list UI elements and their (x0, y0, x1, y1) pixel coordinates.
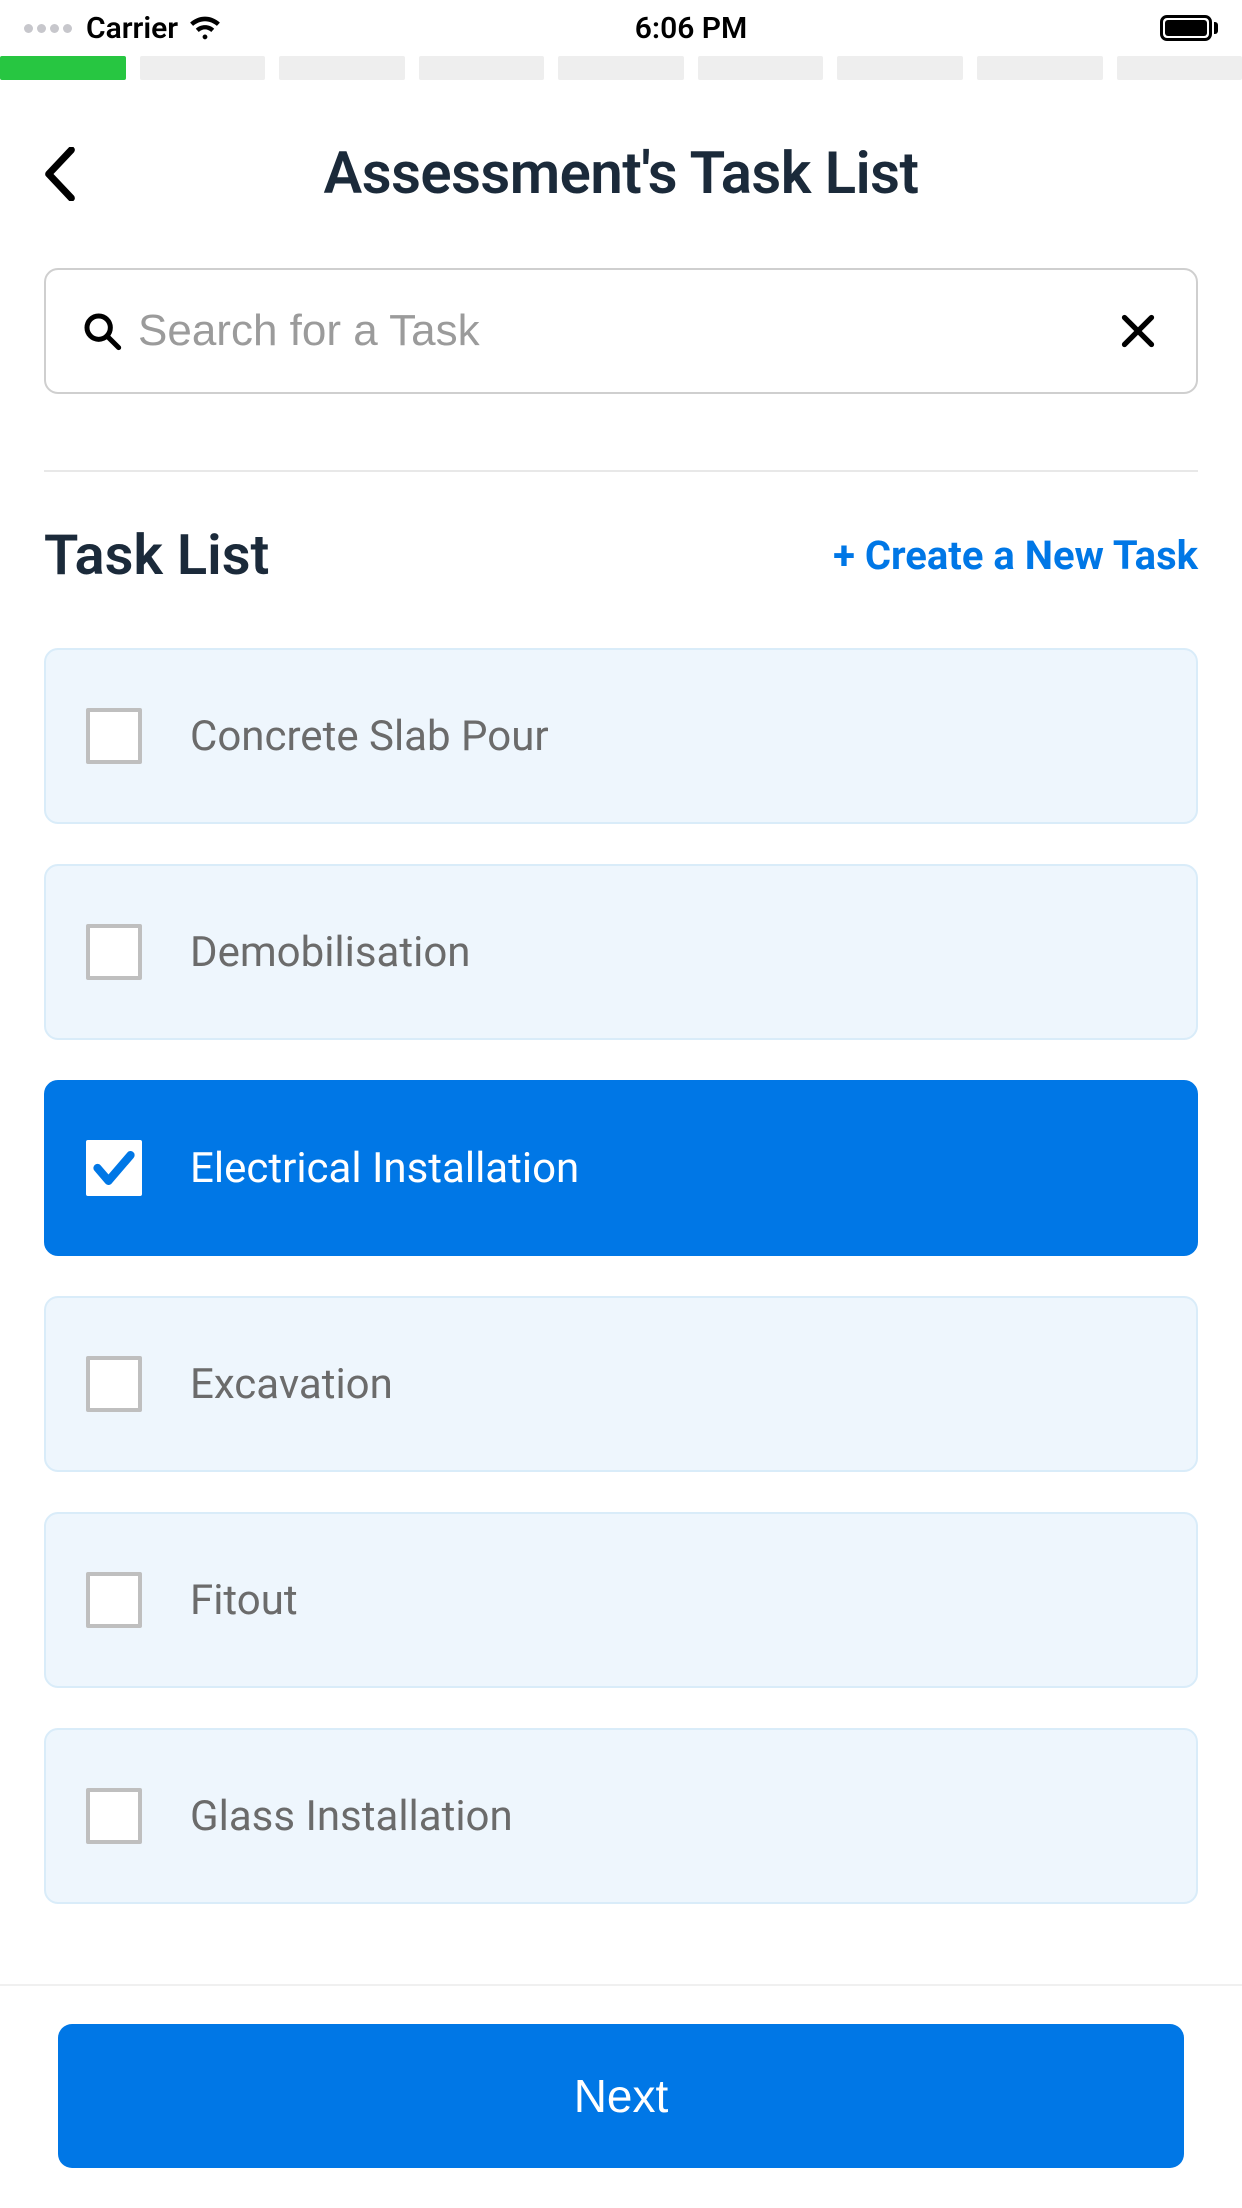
task-item[interactable]: Concrete Slab Pour (44, 648, 1198, 824)
task-item[interactable]: Demobilisation (44, 864, 1198, 1040)
search-input[interactable] (138, 306, 1100, 356)
search-wrap (0, 268, 1242, 394)
task-label: Fitout (190, 1576, 298, 1625)
battery-icon (1160, 15, 1218, 41)
next-button[interactable]: Next (58, 2024, 1184, 2168)
task-checkbox[interactable] (86, 708, 142, 764)
progress-segment (558, 56, 684, 80)
page-title: Assessment's Task List (90, 140, 1212, 208)
progress-segment (977, 56, 1103, 80)
chevron-left-icon (43, 147, 77, 201)
progress-segment (140, 56, 266, 80)
carrier-label: Carrier (86, 11, 178, 46)
status-bar: Carrier 6:06 PM (0, 0, 1242, 56)
signal-dots-icon (24, 24, 72, 33)
status-time: 6:06 PM (635, 11, 748, 46)
progress-segment (1117, 56, 1242, 80)
task-item[interactable]: Fitout (44, 1512, 1198, 1688)
create-task-button[interactable]: + Create a New Task (833, 532, 1198, 579)
footer: Next (0, 1984, 1242, 2208)
task-checkbox[interactable] (86, 1140, 142, 1196)
task-label: Electrical Installation (190, 1144, 579, 1193)
task-item[interactable]: Excavation (44, 1296, 1198, 1472)
progress-segment (279, 56, 405, 80)
task-checkbox[interactable] (86, 1788, 142, 1844)
task-list: Concrete Slab Pour Demobilisation Electric… (0, 648, 1242, 1908)
task-label: Concrete Slab Pour (190, 712, 549, 761)
task-checkbox[interactable] (86, 924, 142, 980)
search-icon (82, 311, 122, 351)
task-item[interactable]: Glass Installation (44, 1728, 1198, 1904)
wifi-icon (188, 11, 222, 45)
page-header: Assessment's Task List (0, 80, 1242, 268)
close-icon (1120, 313, 1156, 349)
progress-segment (419, 56, 545, 80)
progress-segment (0, 56, 126, 80)
progress-segment (698, 56, 824, 80)
task-label: Demobilisation (190, 928, 470, 977)
progress-bar (0, 56, 1242, 80)
progress-segment (837, 56, 963, 80)
back-button[interactable] (30, 144, 90, 204)
task-item[interactable]: Electrical Installation (44, 1080, 1198, 1256)
section-header: Task List + Create a New Task (0, 472, 1242, 648)
checkmark-icon (92, 1146, 136, 1190)
search-box[interactable] (44, 268, 1198, 394)
task-checkbox[interactable] (86, 1356, 142, 1412)
task-checkbox[interactable] (86, 1572, 142, 1628)
task-label: Glass Installation (190, 1792, 513, 1841)
clear-search-button[interactable] (1116, 309, 1160, 353)
task-label: Excavation (190, 1360, 393, 1409)
section-title: Task List (44, 522, 269, 588)
status-left: Carrier (24, 11, 222, 46)
